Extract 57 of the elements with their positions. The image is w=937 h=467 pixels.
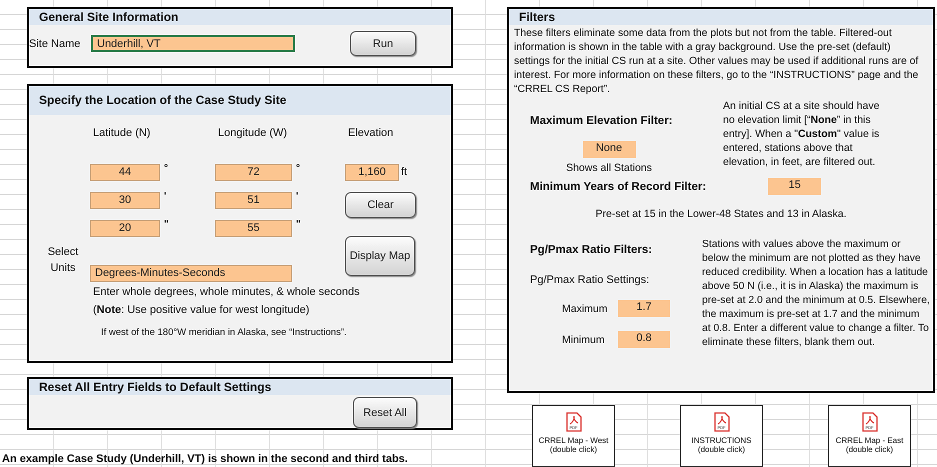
field-label: Minimum	[562, 334, 606, 346]
unit-mark: '	[295, 192, 300, 204]
pdf-file-icon	[714, 412, 730, 432]
filter-label: Pg/Pmax Ratio Filters:	[530, 244, 654, 256]
description-text: These filters eliminate some data from the plots but not from the table. Filtered-out information is shown in the table with a gray background. Use the pre-set (default) settings for the initial CS run at a site. Other values may be used if additional runs are of interest. For more information on these filters, go to the “INSTRUCTIONS” page and the “CRREL CS Report”.	[513, 27, 920, 97]
filter-label: Maximum Elevation Filter:	[530, 115, 673, 127]
dropdown-field[interactable]: Degrees-Minutes-Seconds	[90, 265, 292, 282]
input-field[interactable]: 0.8	[618, 331, 670, 348]
field-label: Maximum	[562, 302, 609, 314]
input-field[interactable]: 44	[90, 164, 160, 181]
unit-mark: °	[295, 164, 301, 176]
attachment-label: CRREL Map - West	[538, 436, 608, 445]
attachment-label: CRREL Map - East	[836, 436, 904, 445]
input-field[interactable]: 1,160	[345, 164, 399, 180]
section-title: Filters	[509, 9, 933, 25]
field-label: Select Units	[46, 244, 80, 276]
field-label: Site Name	[29, 38, 82, 50]
input-field[interactable]: 55	[215, 220, 292, 237]
unit-mark: '	[163, 192, 168, 204]
section-title: Reset All Entry Fields to Default Settings	[29, 379, 451, 395]
attachment-hint: (double click)	[550, 445, 598, 454]
column-label: Elevation	[347, 127, 394, 139]
attachment-hint: (double click)	[846, 445, 894, 454]
display-map-button[interactable]: Display Map	[345, 236, 415, 276]
input-field[interactable]: 20	[90, 220, 160, 237]
pdf-file-icon	[566, 412, 582, 432]
reset-all-button[interactable]: Reset All	[353, 397, 417, 428]
section-title: Specify the Location of the Case Study Site	[29, 86, 451, 115]
run-button[interactable]: Run	[350, 31, 416, 56]
input-field[interactable]: 1.7	[618, 300, 670, 317]
input-field[interactable]: 30	[90, 192, 160, 209]
hint-text: Shows all Stations	[566, 162, 652, 174]
attachment-label: INSTRUCTIONS	[692, 436, 752, 445]
filter-label: Minimum Years of Record Filter:	[530, 180, 706, 192]
section-title: General Site Information	[29, 9, 451, 25]
settings-label: Pg/Pmax Ratio Settings:	[530, 274, 650, 286]
note-text: If west of the 180°W meridian in Alaska, see “Instructions”.	[101, 327, 348, 338]
input-field[interactable]: 15	[768, 178, 822, 195]
input-field[interactable]: Underhill, VT	[91, 35, 295, 52]
unit-mark: "	[163, 220, 170, 232]
instruction-text: Enter whole degrees, whole minutes, & whole seconds	[93, 285, 361, 300]
unit-mark: °	[163, 164, 169, 176]
pdf-file-icon	[862, 412, 878, 432]
help-text: An initial CS at a site should have no elevation limit [“None” in this entry]. When a "Custom" value is entered, stations above that elevation, in feet, are filtered out.	[723, 99, 880, 170]
footer-text: An example Case Study (Underhill, VT) is shown in the second and third tabs.	[1, 453, 409, 465]
input-field[interactable]: 51	[215, 192, 292, 209]
clear-button[interactable]: Clear	[345, 192, 416, 218]
note-text: Pre-set at 15 in the Lower-48 States and 13 in Alaska.	[594, 208, 848, 220]
note-text: (Note: Use positive value for west longitude)	[93, 303, 310, 318]
column-label: Longitude (W)	[217, 127, 288, 139]
unit-mark: "	[295, 220, 302, 232]
help-text: Stations with values above the maximum or below the minimum are not plotted as they have reduced credibility. When a location has a latitude above 50 N (i.e., it is in Alaska) the maximum is pre-set at 2.0 and the minimum at 0.5. Elsewhere, the maximum is pre-set at 1.7 and the minimum at 0.8. Enter a different value to change a filter. To eliminate these filters, blank them out.	[702, 238, 931, 350]
column-label: Latitude (N)	[92, 127, 152, 139]
attachment-hint: (double click)	[698, 445, 746, 454]
input-field[interactable]: None	[582, 141, 636, 158]
input-field[interactable]: 72	[215, 164, 292, 181]
unit-label: ft	[401, 166, 408, 178]
